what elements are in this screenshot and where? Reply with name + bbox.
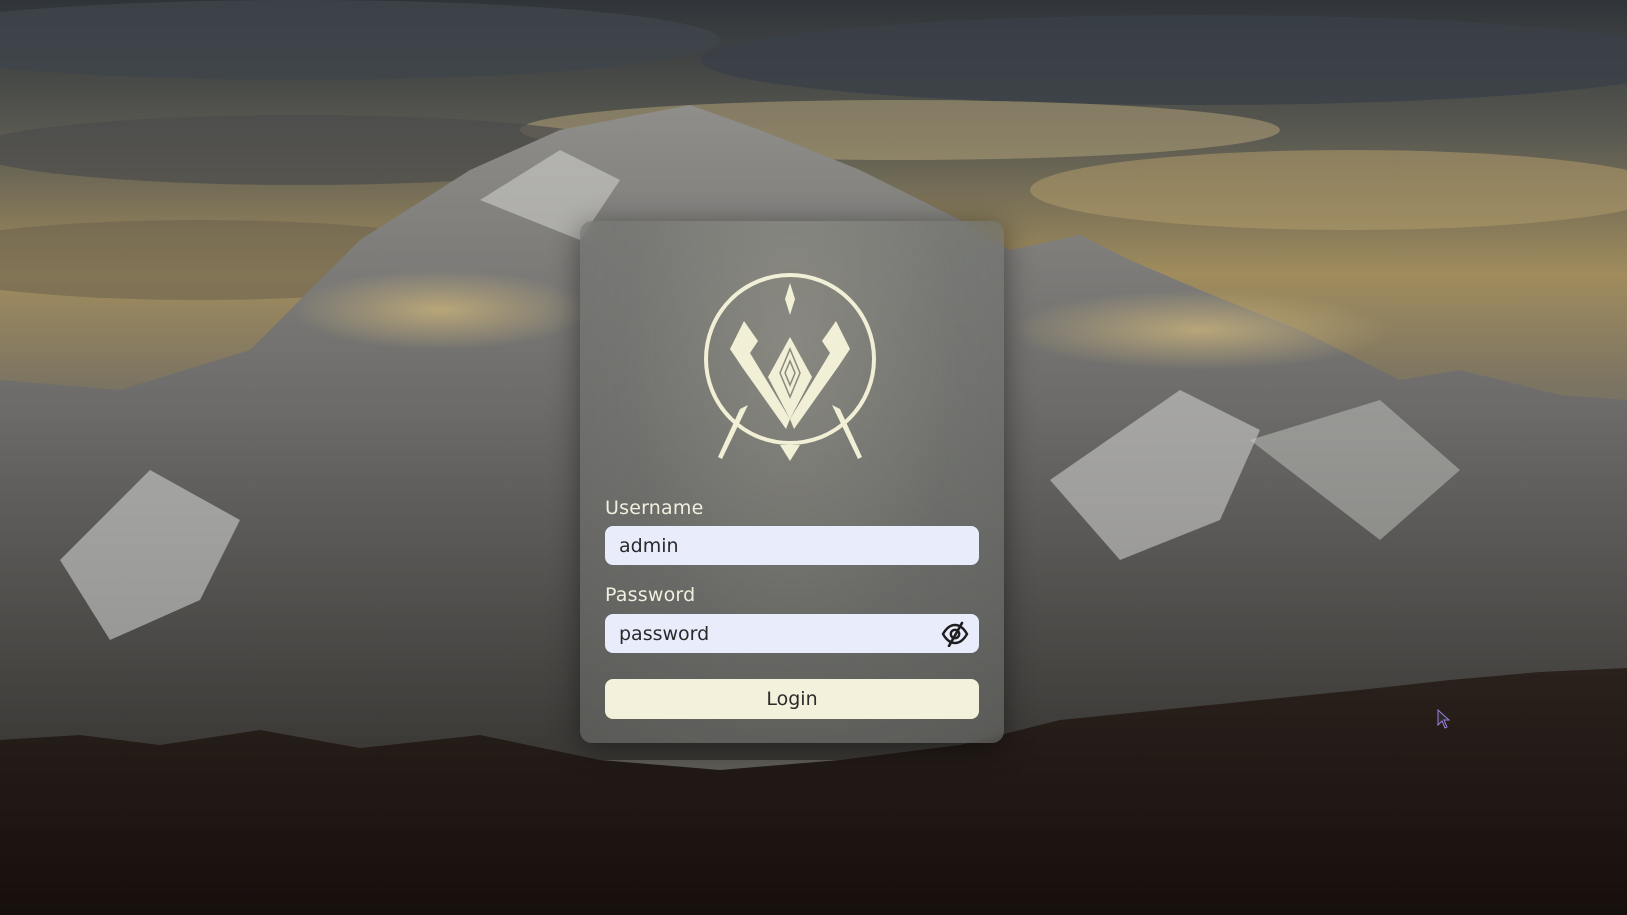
username-value: admin <box>619 534 679 557</box>
mouse-pointer-icon <box>1437 709 1451 729</box>
crest-logo-icon <box>704 273 876 461</box>
login-button[interactable]: Login <box>605 679 979 719</box>
password-field[interactable]: password <box>605 614 979 653</box>
username-label: Username <box>605 497 704 519</box>
username-field[interactable]: admin <box>605 526 979 565</box>
eye-slash-icon[interactable] <box>941 621 969 647</box>
login-screen: Username admin Password password Login <box>0 0 1627 915</box>
password-label: Password <box>605 584 696 606</box>
password-value: password <box>619 622 710 645</box>
login-card: Username admin Password password Login <box>580 221 1004 743</box>
